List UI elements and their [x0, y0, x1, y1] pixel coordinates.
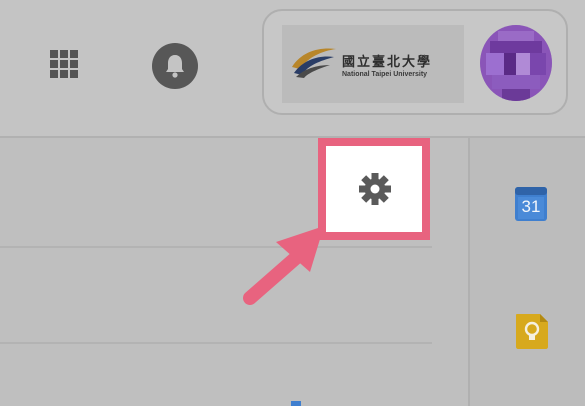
partial-icon [291, 401, 301, 406]
content-divider [0, 342, 432, 344]
apps-grid-icon [50, 50, 78, 78]
keep-icon[interactable] [514, 312, 550, 350]
avatar[interactable] [480, 25, 552, 101]
pointer-arrow [243, 226, 324, 305]
logo-name-zh: 國立臺北大學 [342, 55, 433, 70]
gear-icon [359, 173, 391, 205]
logo-name-en: National Taipei University [342, 71, 428, 78]
calendar-icon[interactable]: 31 [514, 184, 548, 222]
notifications-button[interactable] [150, 41, 200, 91]
calendar-day-label: 31 [521, 197, 541, 216]
content-divider [0, 246, 432, 248]
settings-button[interactable] [318, 138, 430, 240]
side-panel [470, 138, 585, 406]
account-switcher[interactable]: 國立臺北大學 National Taipei University [262, 9, 568, 115]
apps-button[interactable] [44, 44, 84, 84]
university-emblem-icon [292, 48, 336, 78]
top-bar: 國立臺北大學 National Taipei University [0, 0, 585, 136]
university-logo: 國立臺北大學 National Taipei University [282, 25, 464, 103]
bell-icon [152, 43, 198, 89]
